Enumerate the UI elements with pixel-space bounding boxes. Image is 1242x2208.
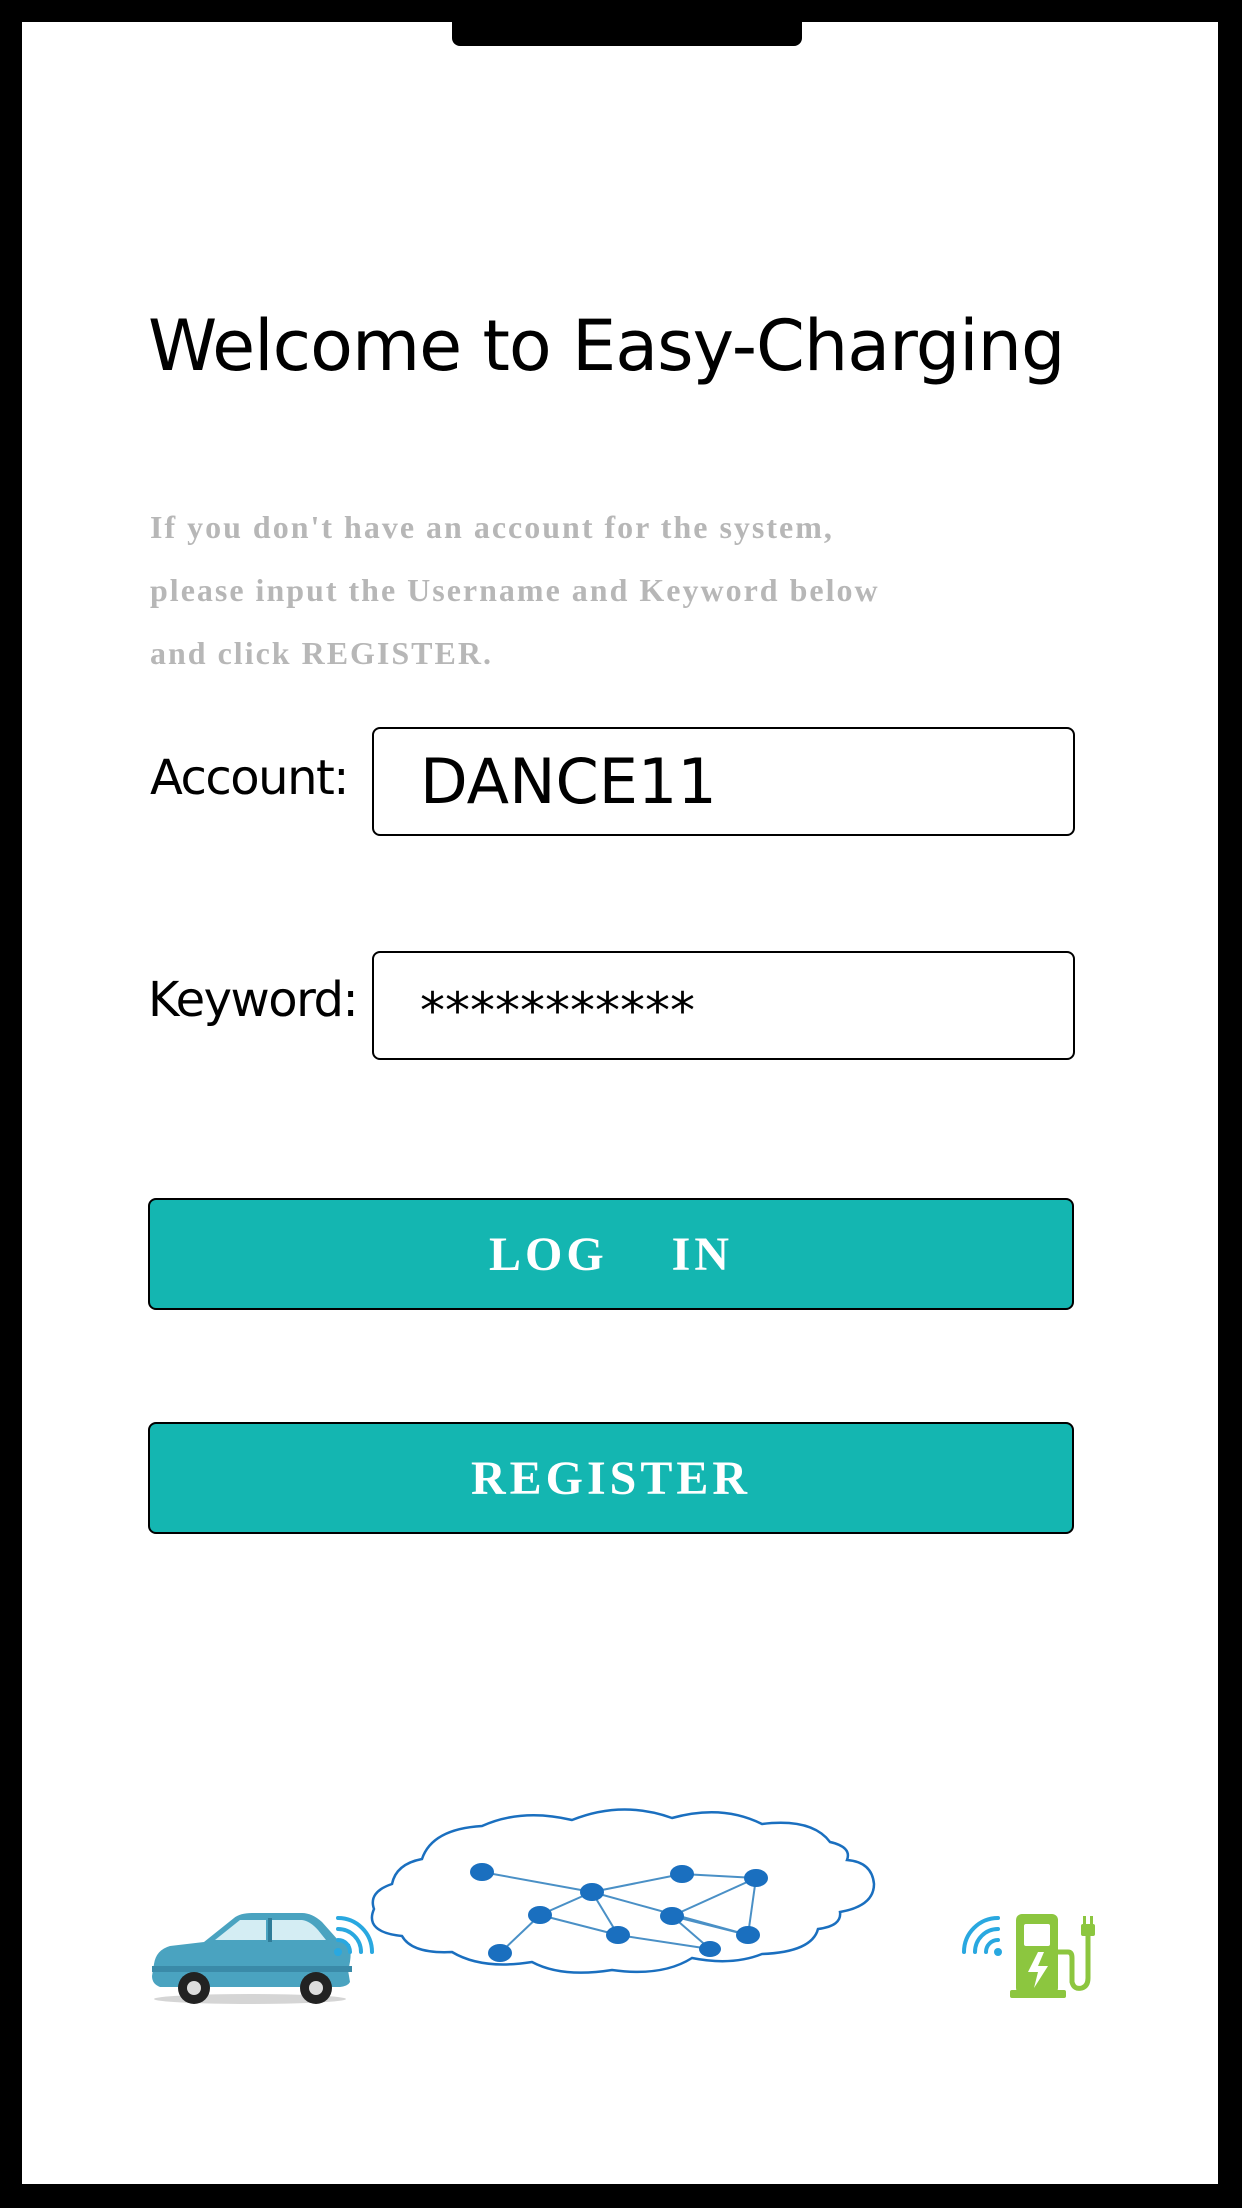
device-notch bbox=[452, 22, 802, 46]
keyword-label: Keyword: bbox=[148, 972, 359, 1028]
network-cloud-icon bbox=[370, 1808, 876, 1974]
instruction-line: and click REGISTER. bbox=[150, 635, 493, 671]
register-button[interactable]: REGISTER bbox=[148, 1422, 1074, 1534]
account-input[interactable]: DANCE11 bbox=[372, 727, 1075, 836]
charging-station-icon bbox=[1010, 1914, 1095, 1998]
instruction-line: please input the Username and Keyword be… bbox=[150, 572, 880, 608]
phone-screen: Welcome to Easy-Charging If you don't ha… bbox=[22, 22, 1218, 2184]
ev-network-illustration bbox=[152, 1802, 1112, 2017]
page-title: Welcome to Easy-Charging bbox=[148, 305, 1065, 387]
instruction-line: If you don't have an account for the sys… bbox=[150, 509, 834, 545]
account-label: Account: bbox=[150, 750, 349, 806]
keyword-value: *********** bbox=[420, 981, 695, 1040]
keyword-input[interactable]: *********** bbox=[372, 951, 1075, 1060]
register-instructions: If you don't have an account for the sys… bbox=[150, 496, 1050, 685]
wifi-signal-icon bbox=[334, 1916, 374, 1956]
account-value: DANCE11 bbox=[420, 745, 717, 818]
wifi-signal-icon bbox=[962, 1916, 1002, 1956]
car-icon bbox=[152, 1913, 352, 2004]
login-button[interactable]: LOG IN bbox=[148, 1198, 1074, 1310]
